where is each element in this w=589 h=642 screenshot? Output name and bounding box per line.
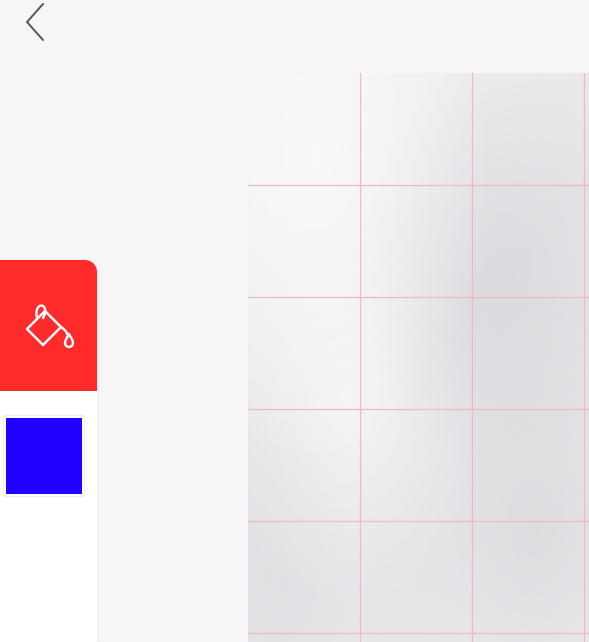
drawing-canvas[interactable] [248, 73, 589, 642]
color-swatch-fill [6, 418, 82, 494]
tool-panel [0, 260, 97, 642]
back-button[interactable] [14, 0, 58, 44]
color-swatch-selected[interactable] [3, 415, 85, 497]
fill-tool-button[interactable] [0, 260, 97, 391]
canvas-grid [248, 73, 589, 642]
chevron-left-icon [26, 3, 44, 41]
paint-bucket-icon [25, 303, 74, 348]
